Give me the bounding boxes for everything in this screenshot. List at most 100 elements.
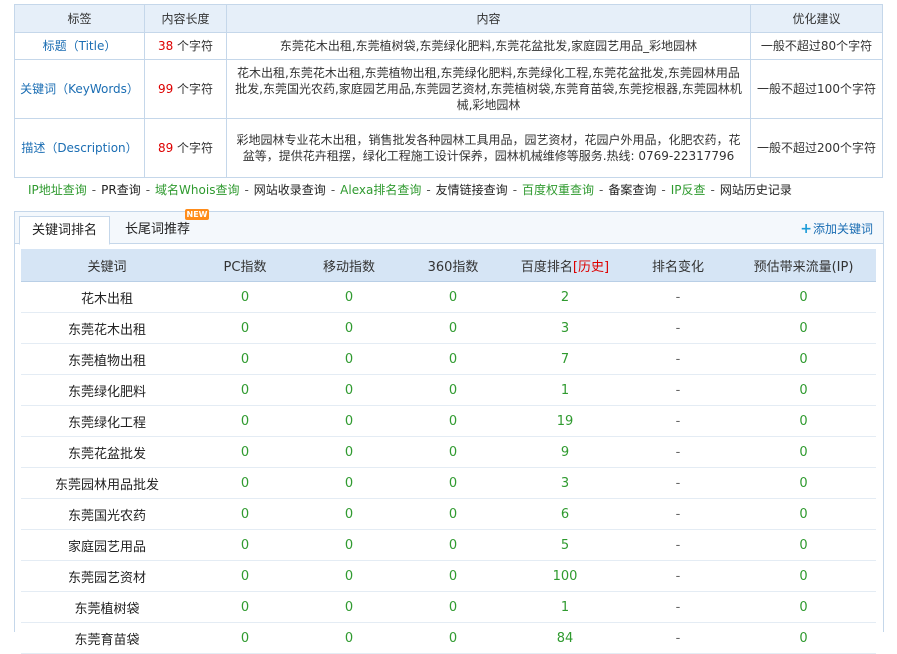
tool-link[interactable]: 域名Whois查询: [155, 183, 239, 197]
length-number: 38: [157, 39, 174, 53]
meta-label: 描述（Description）: [14, 118, 145, 178]
tool-link[interactable]: 百度权重查询: [522, 183, 594, 197]
tab-longtail-recommend[interactable]: 长尾词推荐: [113, 216, 202, 243]
keyword-cell: 东莞绿化工程: [21, 405, 193, 437]
pc-index-cell: 0: [193, 560, 297, 592]
rank-change-cell: -: [625, 560, 731, 592]
link-separator: -: [145, 183, 151, 197]
meta-suggestion: 一般不超过200个字符: [750, 118, 883, 178]
meta-content: 彩地园林专业花木出租，销售批发各种园林工具用品，园艺资材，花园户外用品，化肥农药…: [226, 118, 751, 178]
tool-link[interactable]: Alexa排名查询: [340, 183, 421, 197]
360-index-cell: 0: [401, 560, 505, 592]
tab-bar: 关键词排名 长尾词推荐 NEW +添加关键词: [15, 209, 883, 245]
traffic-cell: 0: [731, 343, 876, 375]
360-index-cell: 0: [401, 374, 505, 406]
add-keyword-link[interactable]: +添加关键词: [800, 220, 873, 237]
360-index-cell: 0: [401, 529, 505, 561]
seo-meta-table: 标签 内容长度 内容 优化建议 标题（Title） 38 个字符 东莞花木出租,…: [14, 4, 883, 178]
pc-index-cell: 0: [193, 529, 297, 561]
mobile-index-cell: 0: [297, 405, 401, 437]
pc-index-cell: 0: [193, 591, 297, 623]
col-pc-index: PC指数: [193, 249, 297, 282]
rank-change-cell: -: [625, 374, 731, 406]
baidu-rank-cell: 3: [505, 312, 625, 344]
traffic-cell: 0: [731, 374, 876, 406]
pc-index-cell: 0: [193, 467, 297, 499]
length-unit: 个字符: [177, 141, 214, 155]
traffic-cell: 0: [731, 436, 876, 468]
rank-change-cell: -: [625, 622, 731, 654]
link-separator: -: [512, 183, 518, 197]
tool-link[interactable]: PR查询: [101, 183, 141, 197]
meta-length: 89 个字符: [144, 118, 227, 178]
traffic-cell: 0: [731, 467, 876, 499]
pc-index-cell: 0: [193, 281, 297, 313]
col-baidu-rank-label: 百度排名: [520, 259, 573, 275]
col-360-index: 360指数: [401, 249, 505, 282]
rank-change-cell: -: [625, 436, 731, 468]
pc-index-cell: 0: [193, 343, 297, 375]
rank-change-cell: -: [625, 405, 731, 437]
meta-suggestion: 一般不超过100个字符: [750, 59, 883, 119]
rank-change-cell: -: [625, 591, 731, 623]
baidu-rank-cell: 9: [505, 436, 625, 468]
keyword-panel: 关键词排名 长尾词推荐 NEW +添加关键词 关键词 PC指数 移动指数 360…: [14, 209, 884, 654]
keyword-row: 东莞育苗袋 0 0 0 84-0: [21, 622, 876, 654]
keyword-row: 东莞花盆批发 0 0 0 9-0: [21, 436, 876, 468]
length-unit: 个字符: [177, 82, 214, 96]
tool-links-bar: IP地址查询 - PR查询 - 域名Whois查询 - 网站收录查询 - Alexa排名查询 - 友…: [28, 181, 888, 199]
traffic-cell: 0: [731, 281, 876, 313]
link-separator: -: [330, 183, 336, 197]
rank-change-cell: -: [625, 467, 731, 499]
keyword-cell: 东莞植树袋: [21, 591, 193, 623]
length-unit: 个字符: [177, 39, 214, 53]
pc-index-cell: 0: [193, 498, 297, 530]
col-baidu-rank: 百度排名[历史]: [505, 249, 625, 282]
360-index-cell: 0: [401, 622, 505, 654]
link-separator: -: [710, 183, 715, 197]
baidu-rank-cell: 100: [505, 560, 625, 592]
keyword-row: 东莞绿化肥料 0 0 0 1-0: [21, 374, 876, 406]
keyword-row: 东莞园林用品批发 0 0 0 3-0: [21, 467, 876, 499]
keyword-table: 关键词 PC指数 移动指数 360指数 百度排名[历史] 排名变化 预估带来流量…: [21, 249, 876, 654]
keyword-row: 花木出租 0 0 0 2-0: [21, 281, 876, 313]
meta-header-suggestion: 优化建议: [750, 4, 883, 33]
meta-row-title: 标题（Title） 38 个字符 东莞花木出租,东莞植树袋,东莞绿化肥料,东莞花…: [14, 32, 883, 60]
rank-change-cell: -: [625, 529, 731, 561]
keyword-row: 东莞园艺资材 0 0 0 100-0: [21, 560, 876, 592]
tool-link[interactable]: 网站历史记录: [720, 183, 792, 197]
tool-link[interactable]: IP地址查询: [28, 183, 87, 197]
history-link[interactable]: [历史]: [573, 260, 609, 275]
traffic-cell: 0: [731, 591, 876, 623]
tool-link[interactable]: 友情链接查询: [436, 183, 508, 197]
baidu-rank-cell: 6: [505, 498, 625, 530]
mobile-index-cell: 0: [297, 467, 401, 499]
360-index-cell: 0: [401, 436, 505, 468]
tool-link[interactable]: IP反查: [671, 183, 706, 197]
keyword-row: 东莞植物出租 0 0 0 7-0: [21, 343, 876, 375]
add-keyword-label: 添加关键词: [812, 222, 873, 236]
mobile-index-cell: 0: [297, 436, 401, 468]
pc-index-cell: 0: [193, 622, 297, 654]
col-mobile-index: 移动指数: [297, 249, 401, 282]
keyword-row: 家庭园艺用品 0 0 0 5-0: [21, 529, 876, 561]
360-index-cell: 0: [401, 405, 505, 437]
keyword-cell: 家庭园艺用品: [21, 529, 193, 561]
tab-keyword-ranking[interactable]: 关键词排名: [19, 216, 111, 245]
meta-content: 东莞花木出租,东莞植树袋,东莞绿化肥料,东莞花盆批发,家庭园艺用品_彩地园林: [226, 32, 751, 60]
360-index-cell: 0: [401, 498, 505, 530]
mobile-index-cell: 0: [297, 374, 401, 406]
keyword-cell: 东莞植物出租: [21, 343, 193, 375]
col-rank-change: 排名变化: [625, 249, 731, 282]
keyword-header-row: 关键词 PC指数 移动指数 360指数 百度排名[历史] 排名变化 预估带来流量…: [21, 249, 876, 282]
meta-label: 关键词（KeyWords）: [14, 59, 145, 119]
mobile-index-cell: 0: [297, 498, 401, 530]
mobile-index-cell: 0: [297, 312, 401, 344]
keyword-cell: 东莞花盆批发: [21, 436, 193, 468]
rank-change-cell: -: [625, 343, 731, 375]
tool-link[interactable]: 网站收录查询: [254, 183, 326, 197]
mobile-index-cell: 0: [297, 622, 401, 654]
tool-link[interactable]: 备案查询: [608, 183, 656, 197]
traffic-cell: 0: [731, 312, 876, 344]
mobile-index-cell: 0: [297, 281, 401, 313]
